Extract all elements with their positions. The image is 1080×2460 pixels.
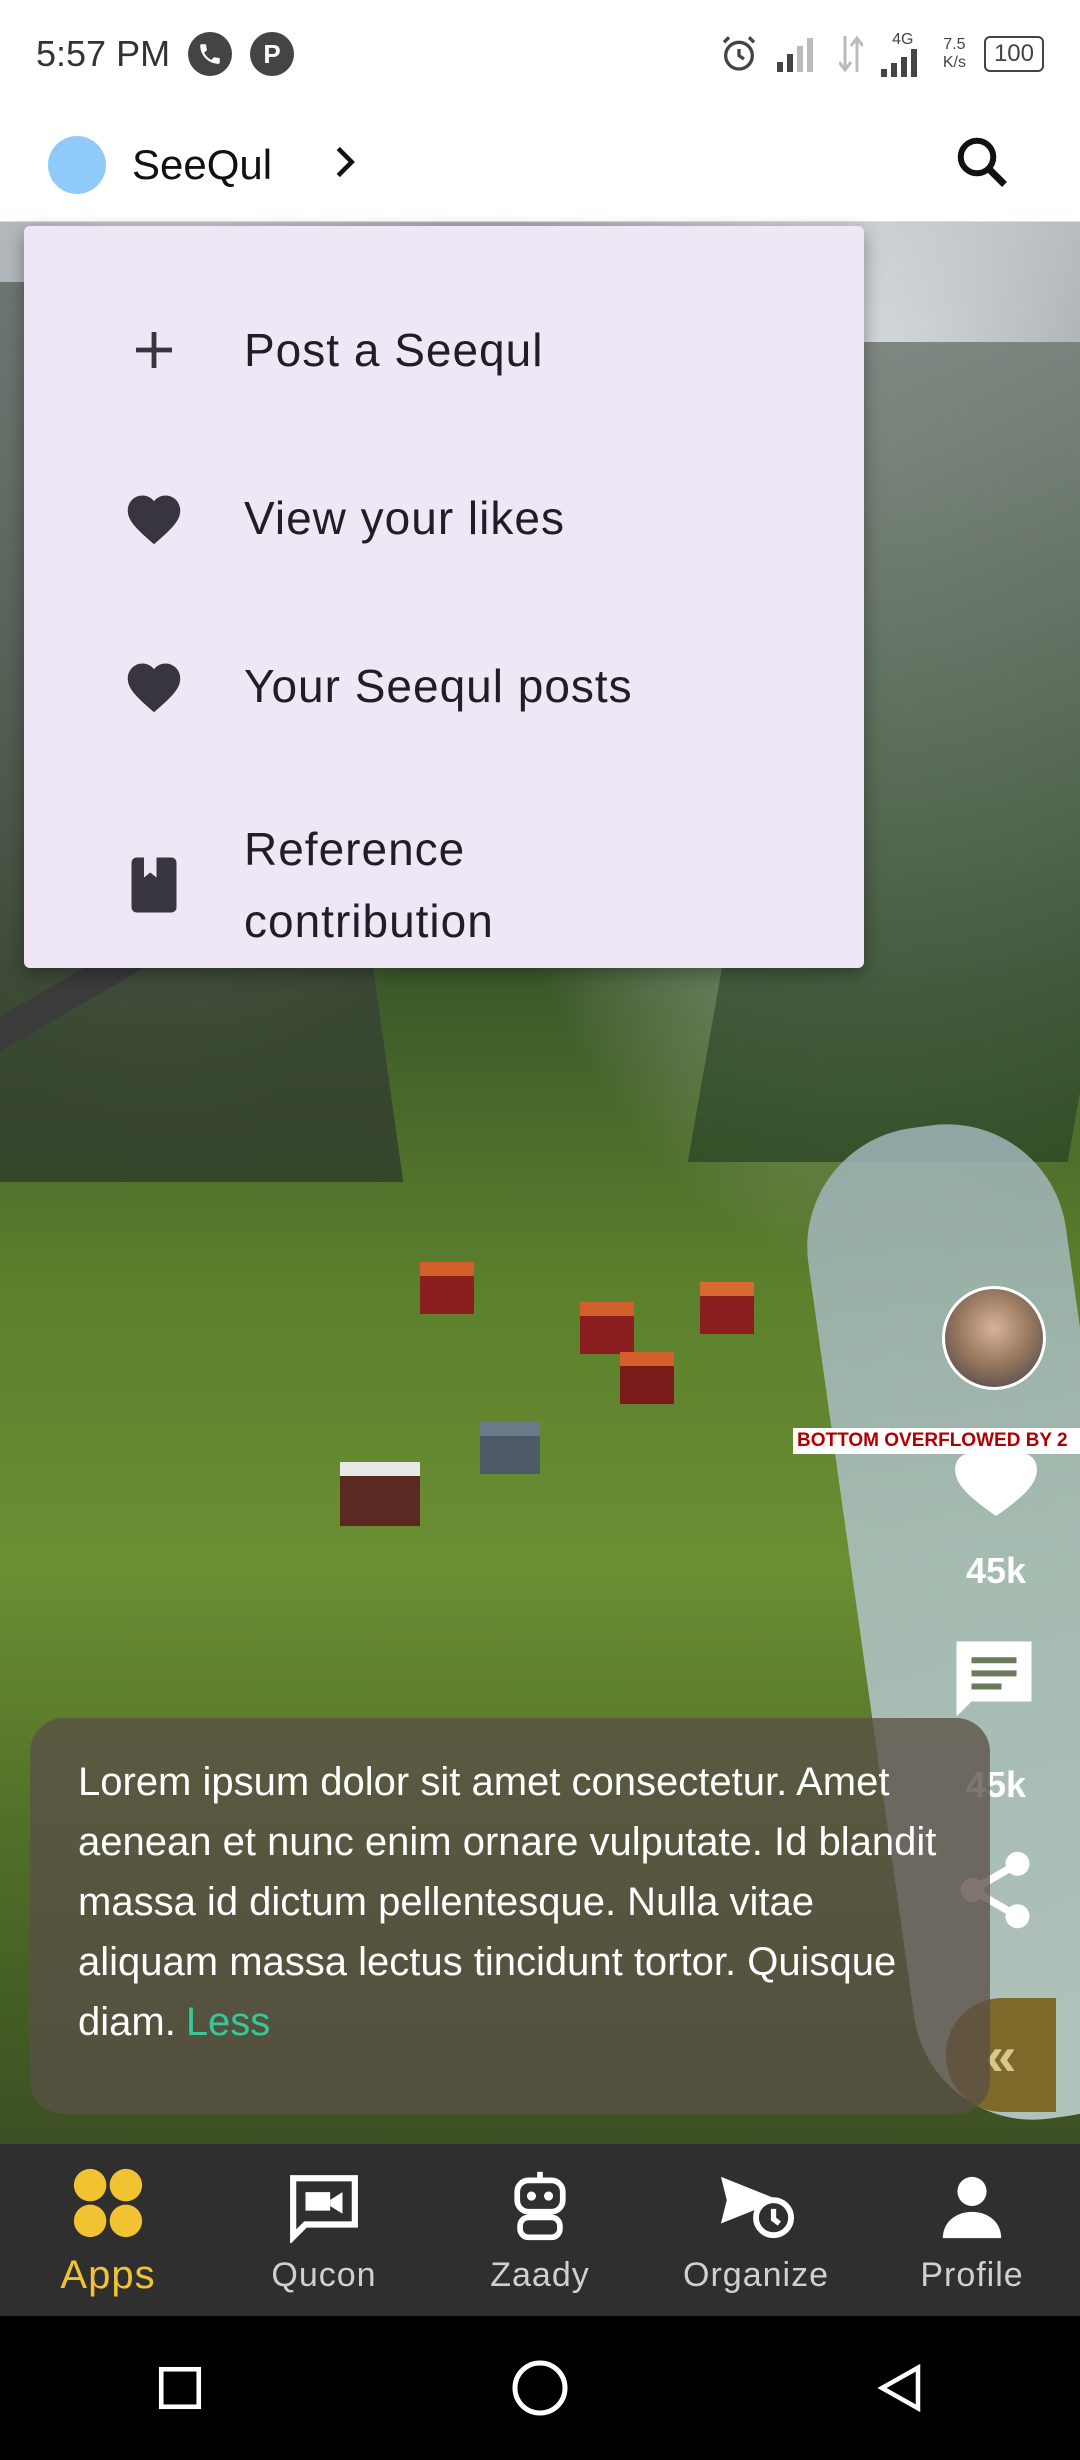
- scenery-house: [480, 1422, 540, 1474]
- menu-item-label: Reference contribution: [244, 823, 494, 947]
- network-type: 4G: [892, 31, 914, 48]
- back-button[interactable]: [855, 2343, 945, 2433]
- chevron-right-icon[interactable]: [330, 144, 360, 185]
- nav-label: Zaady: [490, 2255, 590, 2294]
- search-icon[interactable]: [952, 132, 1012, 197]
- creator-avatar[interactable]: [942, 1286, 1046, 1390]
- app-notification-icon: P: [250, 32, 295, 76]
- nav-item-profile[interactable]: Profile: [864, 2166, 1080, 2295]
- scenery-house: [340, 1462, 420, 1526]
- data-arrows-icon: [838, 36, 863, 72]
- scenery-house: [420, 1262, 474, 1314]
- status-time: 5:57 PM: [36, 33, 171, 74]
- menu-item-post[interactable]: Post a Seequl: [24, 266, 864, 434]
- plus-icon: [124, 320, 184, 380]
- app-title[interactable]: SeeQul: [132, 141, 272, 189]
- video-chat-icon: [284, 2166, 364, 2246]
- menu-item-reference-contribution[interactable]: Reference contribution: [24, 770, 864, 1000]
- comment-icon[interactable]: [948, 1634, 1040, 1724]
- bottom-navigation: Apps Qucon Zaady Organize Profile: [0, 2144, 1080, 2316]
- nav-label: Qucon: [271, 2255, 377, 2294]
- scenery-house: [620, 1352, 674, 1404]
- heart-icon: [124, 656, 184, 716]
- menu-item-view-likes[interactable]: View your likes: [24, 434, 864, 602]
- scenery-house: [700, 1282, 754, 1334]
- home-button[interactable]: [495, 2343, 585, 2433]
- nav-item-zaady[interactable]: Zaady: [432, 2166, 648, 2295]
- likes-count: 45k: [965, 1550, 1027, 1591]
- menu-item-label: Your Seequl posts: [244, 660, 633, 712]
- apps-icon: [68, 2163, 148, 2243]
- nav-item-organize[interactable]: Organize: [648, 2166, 864, 2295]
- overflow-menu: Post a Seequl View your likes Your Seequ…: [24, 226, 864, 968]
- system-navigation: [0, 2316, 1080, 2460]
- signal-icon: [776, 38, 813, 72]
- menu-item-your-posts[interactable]: Your Seequl posts: [24, 602, 864, 770]
- caption-text: Lorem ipsum dolor sit amet consectetur. …: [78, 1760, 937, 2044]
- call-icon: [188, 32, 233, 76]
- bookmark-icon: [124, 855, 184, 915]
- heart-icon: [124, 488, 184, 548]
- recents-button[interactable]: [135, 2343, 225, 2433]
- menu-item-label: Post a Seequl: [244, 324, 544, 376]
- net-speed: 7.5 K/s: [942, 36, 966, 71]
- nav-item-apps[interactable]: Apps: [0, 2163, 216, 2298]
- double-chevron-left-icon: «: [985, 2023, 1017, 2087]
- nav-label: Apps: [60, 2252, 156, 2297]
- menu-item-label: View your likes: [244, 492, 565, 544]
- nav-label: Profile: [920, 2255, 1024, 2294]
- nav-item-qucon[interactable]: Qucon: [216, 2166, 432, 2295]
- app-bar: SeeQul: [0, 108, 1080, 222]
- person-icon: [932, 2166, 1012, 2246]
- scenery-house: [580, 1302, 634, 1354]
- robot-icon: [500, 2166, 580, 2246]
- alarm-icon: [722, 36, 756, 71]
- status-bar: 5:57 PM P 4G 7.5 K/s 100: [0, 0, 1080, 108]
- signal-4g-icon: [880, 49, 917, 77]
- less-link[interactable]: Less: [186, 2000, 271, 2044]
- like-heart-icon[interactable]: [948, 1448, 1044, 1518]
- schedule-send-icon: [716, 2166, 796, 2246]
- nav-label: Organize: [683, 2255, 829, 2294]
- battery-icon: 100: [983, 36, 1044, 72]
- caption-overlay: Lorem ipsum dolor sit amet consectetur. …: [30, 1718, 990, 2114]
- app-avatar[interactable]: [48, 135, 106, 194]
